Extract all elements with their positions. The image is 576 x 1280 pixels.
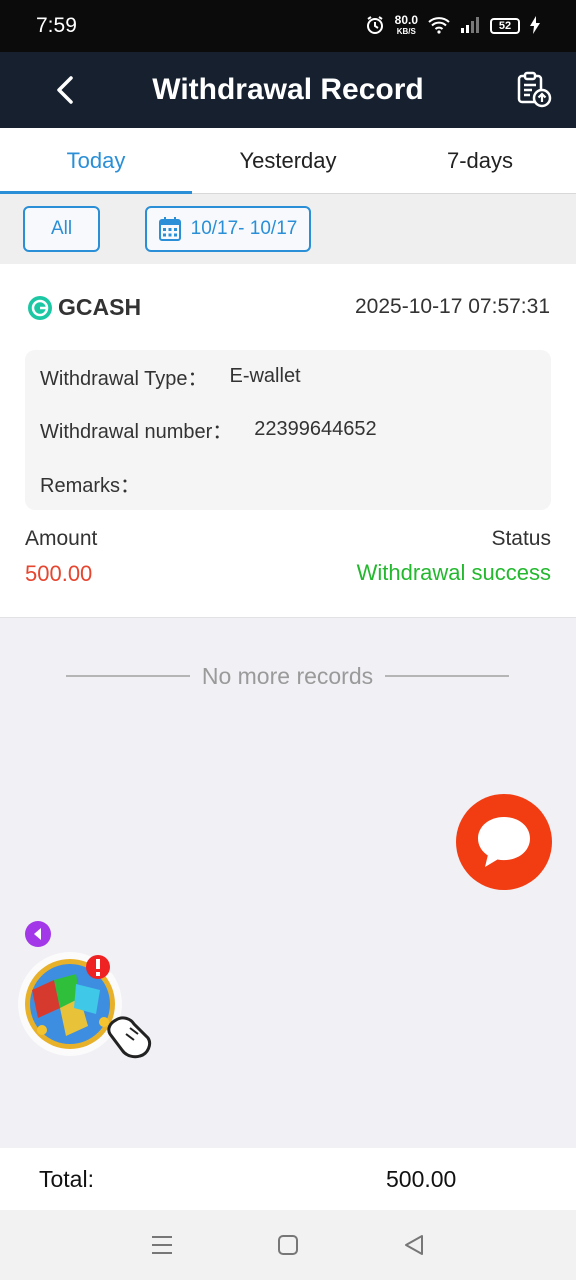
- collapse-arrow-icon: [34, 928, 41, 940]
- status-icons: 80.0 KB/S 52: [365, 13, 540, 38]
- remarks-row: Remarks：: [40, 457, 536, 510]
- menu-icon[interactable]: [151, 1235, 173, 1255]
- system-nav-bar: [0, 1210, 576, 1280]
- tab-yesterday[interactable]: Yesterday: [192, 128, 384, 193]
- page-title: Withdrawal Record: [152, 73, 424, 106]
- total-value: 500.00: [386, 1165, 457, 1192]
- battery-icon: 52: [490, 18, 520, 34]
- signal-icon: [460, 16, 480, 36]
- back-arrow-icon: [57, 76, 73, 104]
- record-upload-button[interactable]: [514, 70, 554, 110]
- amount-label: Amount: [25, 527, 98, 550]
- app-header: Withdrawal Record: [0, 52, 576, 128]
- chat-bubble-icon: [478, 817, 530, 867]
- status-bar: 7:59 80.0 KB/S 52: [0, 0, 576, 52]
- game-cube-icon: [18, 952, 152, 1059]
- no-more-records-text: No more records: [201, 662, 374, 689]
- withdrawal-type-value: E-wallet: [229, 365, 301, 388]
- network-speed: 80.0 KB/S: [394, 13, 418, 36]
- game-promo-widget[interactable]: [16, 950, 166, 1062]
- status-time: 7:59: [36, 14, 77, 37]
- provider: GCASH: [28, 294, 141, 321]
- total-label: Total:: [39, 1165, 94, 1192]
- withdrawal-number-label: Withdrawal number：: [40, 421, 233, 444]
- record-details: Withdrawal Type： E-wallet Withdrawal num…: [25, 350, 551, 510]
- date-tabs: Today Yesterday 7-days: [0, 128, 576, 194]
- withdrawal-type-row: Withdrawal Type： E-wallet: [40, 350, 536, 403]
- divider-right: [385, 675, 509, 677]
- status-value: Withdrawal success: [356, 560, 551, 585]
- chat-button[interactable]: [456, 794, 552, 890]
- withdrawal-number-value: 22399644652: [254, 418, 377, 441]
- list-end-indicator: No more records: [66, 660, 509, 692]
- alarm-icon: [365, 15, 385, 38]
- gcash-logo-icon: [28, 295, 52, 320]
- wifi-icon: [428, 16, 450, 37]
- provider-name: GCASH: [58, 294, 142, 320]
- tab-7-days[interactable]: 7-days: [384, 128, 576, 193]
- back-triangle-icon[interactable]: [403, 1234, 425, 1256]
- total-bar: Total: 500.00: [0, 1148, 576, 1210]
- amount-value: 500.00: [25, 561, 93, 586]
- charging-icon: [530, 15, 540, 37]
- remarks-label: Remarks：: [40, 474, 141, 497]
- calendar-icon: [158, 217, 181, 241]
- withdrawal-number-row: Withdrawal number： 22399644652: [40, 403, 536, 456]
- tab-today[interactable]: Today: [0, 128, 192, 194]
- pointer-hand-icon: [107, 1016, 152, 1059]
- date-range-label: 10/17- 10/17: [190, 218, 298, 239]
- filter-bar: All 10/17- 10/17: [0, 194, 576, 264]
- date-range-button[interactable]: 10/17- 10/17: [145, 206, 311, 252]
- record-upload-icon: [517, 71, 552, 108]
- filter-all-label: All: [50, 218, 73, 239]
- record-datetime: 2025-10-17 07:57:31: [355, 295, 550, 318]
- divider-left: [66, 675, 190, 677]
- collapse-widget-button[interactable]: [25, 921, 51, 947]
- withdrawal-type-label: Withdrawal Type：: [40, 368, 208, 391]
- back-button[interactable]: [44, 70, 84, 110]
- home-icon[interactable]: [277, 1234, 299, 1256]
- filter-all-button[interactable]: All: [23, 206, 100, 252]
- withdrawal-record-card[interactable]: GCASH 2025-10-17 07:57:31 Withdrawal Typ…: [0, 264, 576, 618]
- status-label: Status: [491, 527, 551, 550]
